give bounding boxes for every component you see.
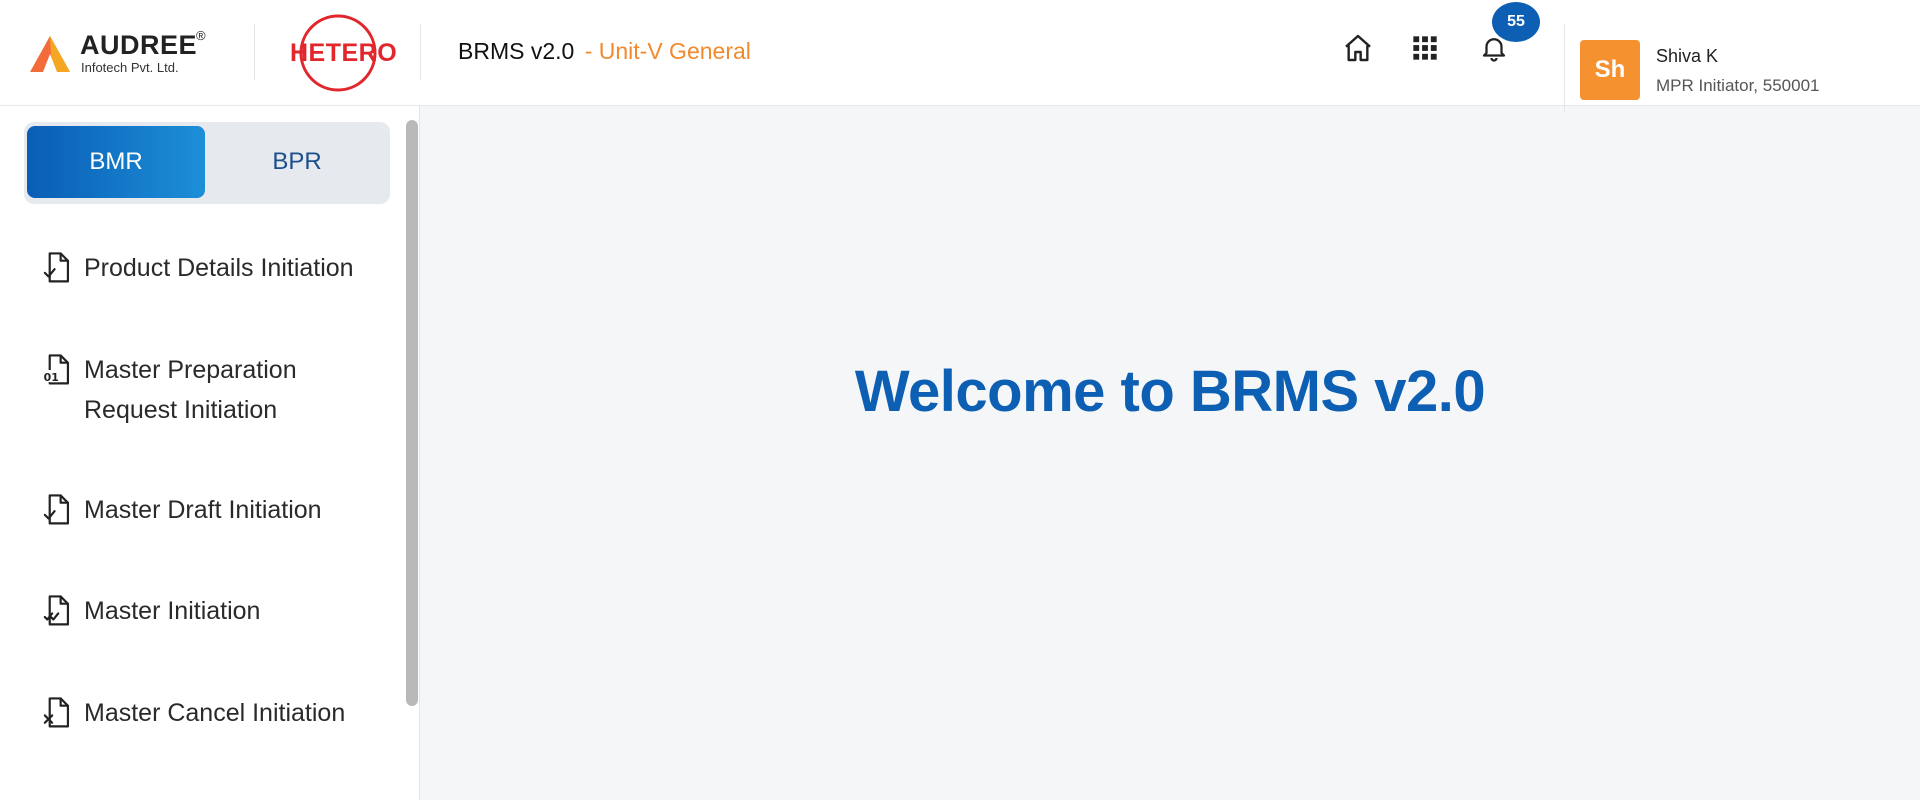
sidebar-item-master-preparation-request-initiation[interactable]: 01 Master Preparation Request Initiation bbox=[40, 350, 380, 430]
tab-bpr[interactable]: BPR bbox=[208, 126, 386, 198]
audree-logo-subtitle: Infotech Pvt. Ltd. bbox=[81, 60, 179, 75]
sidebar-item-master-cancel-initiation[interactable]: Master Cancel Initiation bbox=[40, 693, 380, 733]
user-name: Shiva K bbox=[1656, 46, 1719, 66]
file-binary-icon: 01 bbox=[40, 350, 74, 390]
sidebar-item-label: Product Details Initiation bbox=[84, 254, 354, 282]
file-check-icon bbox=[40, 248, 74, 288]
welcome-heading: Welcome to BRMS v2.0 bbox=[854, 359, 1486, 424]
sidebar-scrollbar[interactable] bbox=[406, 120, 418, 706]
sidebar-item-label: Master Draft Initiation bbox=[84, 496, 322, 524]
sidebar-item-label: Master Initiation bbox=[84, 597, 261, 625]
apps-grid-icon bbox=[1413, 36, 1437, 60]
audree-registered-mark: ® bbox=[196, 28, 206, 43]
file-double-check-icon bbox=[40, 591, 74, 631]
hetero-logo: HETERO bbox=[286, 12, 397, 94]
header-divider bbox=[420, 24, 421, 80]
sidebar-item-master-draft-initiation[interactable]: Master Draft Initiation bbox=[40, 490, 380, 530]
top-header: AUDREE ® Infotech Pvt. Ltd. HETERO BRMS … bbox=[0, 0, 1920, 112]
tab-bmr[interactable]: BMR bbox=[27, 126, 205, 198]
file-x-icon bbox=[40, 693, 74, 733]
sidebar-item-label: Master Cancel Initiation bbox=[84, 699, 346, 727]
file-check-icon bbox=[40, 490, 74, 530]
sidebar-item-master-initiation[interactable]: Master Initiation bbox=[40, 591, 380, 631]
sidebar-item-product-details-initiation[interactable]: Product Details Initiation bbox=[40, 248, 380, 288]
unit-name: - Unit-V General bbox=[584, 38, 751, 64]
user-role: MPR Initiator, 550001 bbox=[1656, 76, 1820, 95]
home-icon bbox=[1345, 34, 1371, 62]
app-name: BRMS v2.0 bbox=[458, 38, 575, 64]
audree-logo-name: AUDREE bbox=[80, 30, 198, 60]
app-title: BRMS v2.0 - Unit-V General bbox=[458, 38, 751, 65]
home-button[interactable] bbox=[1338, 28, 1378, 68]
user-avatar[interactable]: Sh bbox=[1580, 40, 1640, 100]
svg-text:01: 01 bbox=[44, 371, 59, 384]
audree-logo[interactable]: AUDREE ® Infotech Pvt. Ltd. bbox=[28, 26, 218, 78]
audree-logo-mark bbox=[30, 36, 70, 72]
header-divider bbox=[1564, 24, 1565, 112]
sidebar: BMR BPR Product Details Initiation 01 Ma… bbox=[0, 106, 420, 800]
sidebar-item-label: Master Preparation Request Initiation bbox=[84, 356, 297, 424]
hetero-logo-text: HETERO bbox=[290, 39, 398, 67]
header-divider bbox=[254, 24, 255, 80]
notification-count-badge: 55 bbox=[1492, 2, 1540, 42]
apps-button[interactable] bbox=[1405, 28, 1445, 68]
record-type-toggle: BMR BPR bbox=[24, 122, 390, 204]
